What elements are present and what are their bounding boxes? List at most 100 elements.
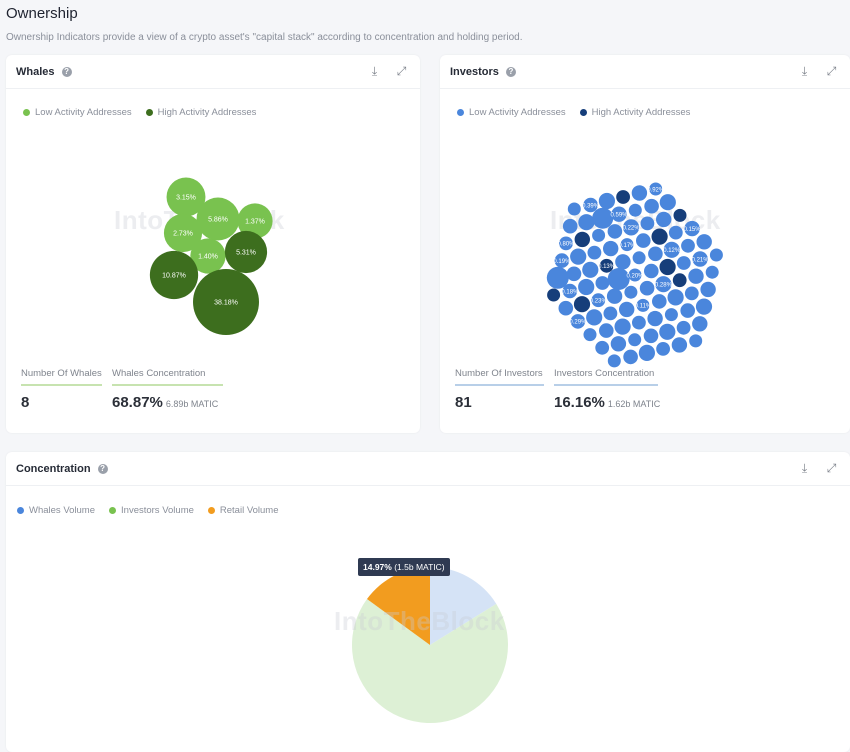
stat-value: 16.16% 1.62b MATIC: [554, 394, 660, 411]
investor-bubble[interactable]: [614, 318, 631, 335]
investor-bubble[interactable]: [547, 288, 561, 302]
whale-bubble-label: 5.31%: [236, 250, 256, 257]
investor-bubble[interactable]: [595, 340, 610, 355]
investor-bubble[interactable]: [659, 323, 676, 340]
whales-bubble-chart: 3.15% 5.86% 1.37% 2.73% 1.40% 5.31% 10.87% 38.1…: [149, 177, 273, 335]
whales-stats: Number Of Whales 8 Whales Concentration …: [21, 368, 223, 411]
investor-bubble[interactable]: [592, 228, 606, 242]
stat-value: 81: [455, 394, 472, 411]
investor-bubble[interactable]: [659, 194, 676, 211]
investor-bubble-label: 0.29%: [569, 320, 587, 326]
expand-icon[interactable]: ⤢: [825, 65, 838, 78]
investor-bubble[interactable]: [610, 336, 627, 352]
investor-bubble[interactable]: [631, 185, 648, 201]
investor-bubble[interactable]: [574, 231, 590, 248]
legend-dot: [23, 109, 30, 116]
investor-bubble[interactable]: [656, 211, 672, 228]
investor-bubble[interactable]: [689, 334, 703, 348]
legend-item-high[interactable]: High Activity Addresses: [579, 107, 690, 118]
investor-bubble[interactable]: [570, 248, 587, 265]
investor-bubble[interactable]: [606, 288, 623, 304]
investor-bubble[interactable]: [598, 192, 615, 210]
investor-bubble[interactable]: [648, 246, 663, 262]
investor-bubble[interactable]: [671, 337, 688, 353]
investor-bubble[interactable]: [607, 224, 623, 239]
investor-bubble[interactable]: [603, 240, 619, 257]
investor-bubble[interactable]: [667, 289, 684, 306]
investor-bubble[interactable]: [684, 286, 699, 301]
investor-bubble[interactable]: [652, 294, 667, 309]
investor-bubble[interactable]: [700, 281, 716, 298]
investor-bubble[interactable]: [619, 301, 635, 318]
investor-bubble[interactable]: [616, 190, 630, 204]
investor-bubble[interactable]: [615, 254, 631, 270]
investor-bubble[interactable]: [578, 214, 595, 231]
legend-label: High Activity Addresses: [157, 107, 257, 118]
investor-bubble[interactable]: [566, 266, 582, 282]
investor-bubble[interactable]: [651, 228, 668, 245]
investors-count-stat: Number Of Investors 81: [455, 368, 544, 411]
investor-bubble[interactable]: [578, 278, 595, 296]
investor-bubble[interactable]: [680, 303, 695, 318]
concentration-value: 68.87%: [112, 394, 163, 411]
investor-bubble[interactable]: [636, 233, 651, 248]
investor-bubble[interactable]: [688, 268, 704, 284]
stat-value: 68.87% 6.89b MATIC: [112, 394, 223, 411]
investor-bubble[interactable]: [643, 328, 659, 344]
investor-bubble[interactable]: [573, 296, 591, 313]
investor-bubble[interactable]: [638, 344, 655, 361]
investor-bubble[interactable]: [644, 263, 659, 279]
download-icon[interactable]: ⤓: [798, 65, 811, 78]
investor-bubble[interactable]: [562, 218, 578, 234]
help-icon[interactable]: ?: [505, 66, 516, 77]
investor-bubble[interactable]: [632, 315, 646, 330]
investor-bubble[interactable]: [628, 203, 642, 217]
investors-title: Investors: [450, 65, 499, 78]
investor-bubble[interactable]: [664, 308, 678, 322]
investor-bubble[interactable]: [599, 323, 614, 338]
investor-bubble[interactable]: [659, 258, 676, 276]
investor-bubble-label: 0.39%: [582, 203, 600, 209]
download-icon[interactable]: ⤓: [368, 65, 381, 78]
investor-bubble[interactable]: [709, 248, 723, 262]
investor-bubble[interactable]: [624, 285, 638, 299]
investor-bubble[interactable]: [676, 256, 691, 270]
expand-icon[interactable]: ⤢: [395, 65, 408, 78]
investor-bubble[interactable]: [583, 328, 597, 342]
investor-bubble[interactable]: [673, 208, 687, 222]
investor-bubble[interactable]: [639, 280, 655, 296]
legend-item-high[interactable]: High Activity Addresses: [145, 107, 257, 118]
whale-bubble-label: 1.40%: [198, 254, 218, 261]
investor-bubble[interactable]: [595, 276, 610, 290]
whale-bubble-label: 5.86%: [208, 217, 228, 224]
investor-bubble-label: 0.28%: [655, 283, 673, 289]
investor-bubble[interactable]: [692, 316, 708, 332]
help-icon[interactable]: ?: [61, 66, 72, 77]
investor-bubble[interactable]: [628, 333, 642, 347]
investor-bubble[interactable]: [623, 349, 638, 365]
legend-item-low[interactable]: Low Activity Addresses: [457, 107, 566, 118]
investor-bubble[interactable]: [632, 251, 646, 265]
investor-bubble[interactable]: [586, 309, 603, 326]
investor-bubble[interactable]: [587, 245, 602, 260]
investor-bubble[interactable]: [656, 342, 670, 356]
investor-bubble[interactable]: [676, 320, 691, 335]
investor-bubble[interactable]: [647, 310, 663, 327]
legend-label: Low Activity Addresses: [35, 107, 132, 118]
investor-bubble[interactable]: [640, 216, 655, 231]
investor-bubble[interactable]: [582, 261, 599, 278]
investor-bubble[interactable]: [681, 238, 695, 253]
investor-bubble[interactable]: [705, 265, 719, 279]
investor-bubble[interactable]: [668, 225, 683, 240]
investor-bubble[interactable]: [558, 300, 574, 316]
investor-bubble[interactable]: [644, 198, 659, 214]
investor-bubble[interactable]: [607, 354, 621, 368]
legend-item-low[interactable]: Low Activity Addresses: [23, 107, 132, 118]
investor-bubble[interactable]: [696, 234, 712, 250]
investor-bubble[interactable]: [603, 306, 618, 321]
investors-concentration-stat: Investors Concentration 16.16% 1.62b MATI…: [554, 368, 660, 411]
investor-bubble[interactable]: [567, 202, 581, 216]
investor-bubble[interactable]: [695, 298, 713, 315]
legend-label: Low Activity Addresses: [469, 107, 566, 118]
investor-bubble[interactable]: [672, 273, 687, 288]
